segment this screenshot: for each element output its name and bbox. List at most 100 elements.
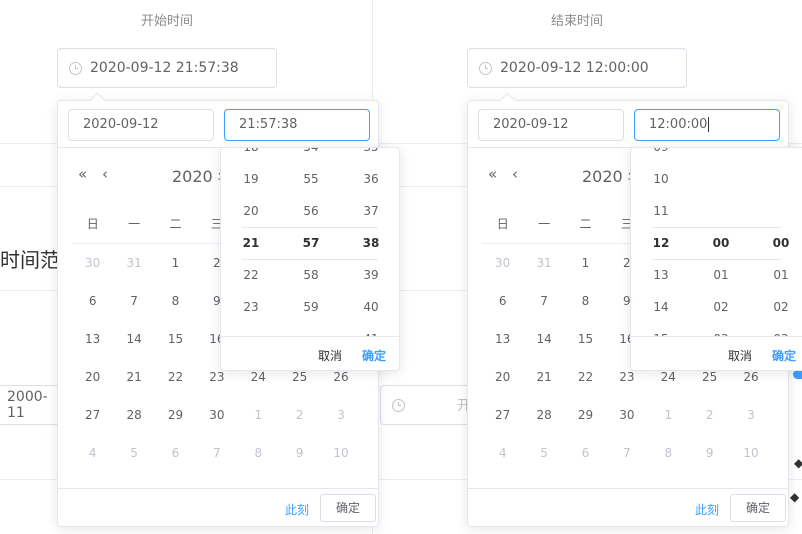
time-option[interactable]: 22 bbox=[221, 259, 281, 291]
calendar-day[interactable]: 22 bbox=[155, 366, 196, 404]
calendar-day[interactable]: 27 bbox=[482, 404, 523, 442]
calendar-day[interactable]: 9 bbox=[279, 442, 320, 480]
seconds-column[interactable]: 35363738394041 bbox=[341, 148, 399, 336]
now-button[interactable]: 此刻 bbox=[695, 501, 719, 518]
time-option[interactable] bbox=[751, 195, 802, 227]
time-option[interactable]: 10 bbox=[631, 163, 691, 195]
calendar-day[interactable]: 23 bbox=[196, 366, 237, 404]
chevron-left-icon[interactable]: ‹ bbox=[512, 165, 518, 183]
time-option[interactable]: 21 bbox=[221, 227, 281, 259]
calendar-day[interactable]: 31 bbox=[113, 252, 154, 290]
time-option[interactable]: 59 bbox=[281, 291, 341, 323]
time-option[interactable]: 54 bbox=[281, 148, 341, 163]
time-option[interactable]: 02 bbox=[691, 291, 751, 323]
calendar-day[interactable]: 20 bbox=[72, 366, 113, 404]
calendar-day[interactable]: 1 bbox=[648, 404, 689, 442]
calendar-day[interactable]: 1 bbox=[565, 252, 606, 290]
calendar-day[interactable]: 2 bbox=[279, 404, 320, 442]
calendar-day[interactable]: 6 bbox=[482, 290, 523, 328]
calendar-day[interactable]: 28 bbox=[113, 404, 154, 442]
time-option[interactable] bbox=[221, 323, 281, 336]
time-option[interactable] bbox=[691, 195, 751, 227]
calendar-day[interactable]: 21 bbox=[523, 366, 564, 404]
time-option[interactable]: 23 bbox=[221, 291, 281, 323]
calendar-day[interactable]: 4 bbox=[72, 442, 113, 480]
calendar-day[interactable]: 6 bbox=[72, 290, 113, 328]
start-date-field[interactable]: 2020-09-12 bbox=[68, 109, 214, 141]
time-ok-button[interactable]: 确定 bbox=[772, 347, 796, 364]
time-option[interactable]: 12 bbox=[631, 227, 691, 259]
minutes-column[interactable]: 545556575859 bbox=[281, 148, 341, 336]
calendar-day[interactable]: 28 bbox=[523, 404, 564, 442]
calendar-day[interactable]: 29 bbox=[155, 404, 196, 442]
time-option[interactable]: 03 bbox=[691, 323, 751, 336]
end-date-field[interactable]: 2020-09-12 bbox=[478, 109, 624, 141]
chevron-left-icon[interactable]: ‹ bbox=[102, 165, 108, 183]
time-option[interactable]: 19 bbox=[221, 163, 281, 195]
time-option[interactable]: 03 bbox=[751, 323, 802, 336]
time-option[interactable]: 37 bbox=[341, 195, 399, 227]
time-option[interactable]: 36 bbox=[341, 163, 399, 195]
calendar-day[interactable]: 20 bbox=[482, 366, 523, 404]
calendar-day[interactable]: 7 bbox=[196, 442, 237, 480]
calendar-day[interactable]: 5 bbox=[523, 442, 564, 480]
calendar-day[interactable]: 7 bbox=[606, 442, 647, 480]
calendar-day[interactable]: 4 bbox=[482, 442, 523, 480]
calendar-day[interactable]: 3 bbox=[320, 404, 361, 442]
time-option[interactable]: 20 bbox=[221, 195, 281, 227]
time-option[interactable]: 40 bbox=[341, 291, 399, 323]
time-option[interactable]: 09 bbox=[631, 148, 691, 163]
calendar-day[interactable]: 1 bbox=[155, 252, 196, 290]
time-option[interactable]: 58 bbox=[281, 259, 341, 291]
time-option[interactable] bbox=[281, 323, 341, 336]
time-option[interactable]: 18 bbox=[221, 148, 281, 163]
time-option[interactable] bbox=[751, 163, 802, 195]
calendar-day[interactable]: 22 bbox=[565, 366, 606, 404]
time-option[interactable]: 14 bbox=[631, 291, 691, 323]
calendar-day[interactable]: 23 bbox=[606, 366, 647, 404]
time-option[interactable]: 39 bbox=[341, 259, 399, 291]
calendar-day[interactable]: 27 bbox=[72, 404, 113, 442]
calendar-day[interactable]: 26 bbox=[730, 366, 771, 404]
minutes-column[interactable]: 00010203 bbox=[691, 148, 751, 336]
time-option[interactable]: 11 bbox=[631, 195, 691, 227]
calendar-day[interactable]: 31 bbox=[523, 252, 564, 290]
time-option[interactable]: 55 bbox=[281, 163, 341, 195]
calendar-day[interactable]: 8 bbox=[238, 442, 279, 480]
calendar-day[interactable]: 8 bbox=[155, 290, 196, 328]
calendar-day[interactable]: 2 bbox=[689, 404, 730, 442]
time-cancel-button[interactable]: 取消 bbox=[728, 347, 752, 364]
time-option[interactable]: 01 bbox=[751, 259, 802, 291]
calendar-day[interactable]: 3 bbox=[730, 404, 771, 442]
calendar-day[interactable]: 30 bbox=[196, 404, 237, 442]
calendar-day[interactable]: 15 bbox=[565, 328, 606, 366]
calendar-day[interactable]: 10 bbox=[320, 442, 361, 480]
calendar-day[interactable]: 30 bbox=[72, 252, 113, 290]
confirm-button[interactable]: 确定 bbox=[730, 494, 786, 522]
calendar-day[interactable]: 30 bbox=[482, 252, 523, 290]
seconds-column[interactable]: 00010203 bbox=[751, 148, 802, 336]
time-option[interactable]: 02 bbox=[751, 291, 802, 323]
calendar-day[interactable]: 7 bbox=[113, 290, 154, 328]
time-option[interactable] bbox=[691, 163, 751, 195]
time-option[interactable] bbox=[691, 148, 751, 163]
calendar-day[interactable]: 5 bbox=[113, 442, 154, 480]
calendar-day[interactable]: 30 bbox=[606, 404, 647, 442]
calendar-day[interactable]: 25 bbox=[279, 366, 320, 404]
end-datetime-input[interactable]: 2020-09-12 12:00:00 bbox=[467, 48, 687, 88]
hours-column[interactable]: 181920212223 bbox=[221, 148, 281, 336]
calendar-day[interactable]: 13 bbox=[72, 328, 113, 366]
now-button[interactable]: 此刻 bbox=[285, 501, 309, 518]
calendar-day[interactable]: 1 bbox=[238, 404, 279, 442]
time-option[interactable]: 15 bbox=[631, 323, 691, 336]
calendar-day[interactable]: 24 bbox=[648, 366, 689, 404]
calendar-day[interactable]: 29 bbox=[565, 404, 606, 442]
calendar-day[interactable]: 14 bbox=[113, 328, 154, 366]
double-chevron-left-icon[interactable]: « bbox=[488, 165, 497, 183]
end-time-field[interactable]: 12:00:00 bbox=[634, 109, 780, 141]
time-option[interactable]: 35 bbox=[341, 148, 399, 163]
background-time-input[interactable]: 开 bbox=[380, 385, 471, 425]
time-option[interactable]: 56 bbox=[281, 195, 341, 227]
time-option[interactable]: 13 bbox=[631, 259, 691, 291]
calendar-day[interactable]: 6 bbox=[155, 442, 196, 480]
